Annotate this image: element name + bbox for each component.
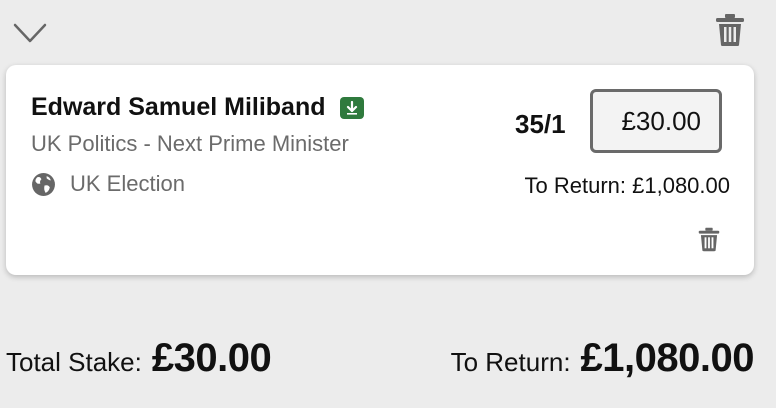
- globe-icon: [32, 172, 55, 196]
- stake-input[interactable]: [590, 89, 722, 153]
- event-name: UK Election: [70, 171, 185, 196]
- selection-name: Edward Samuel Miliband: [31, 93, 326, 121]
- clear-all-button[interactable]: [710, 10, 750, 50]
- market-name: UK Politics - Next Prime Minister: [31, 131, 349, 156]
- selection-header: Edward Samuel Miliband: [31, 93, 364, 122]
- event-row: UK Election: [31, 171, 185, 197]
- total-stake-label: Total Stake:: [6, 347, 142, 377]
- total-to-return-value: £1,080.00: [580, 336, 755, 380]
- collapse-betslip-button[interactable]: [10, 16, 50, 50]
- total-to-return: To Return: £1,080.00: [450, 336, 755, 381]
- odds-value: 35/1: [515, 109, 566, 139]
- bet-selection-card: Edward Samuel Miliband UK Politics - Nex…: [6, 65, 754, 275]
- remove-selection-button[interactable]: [695, 225, 723, 253]
- price-boost-badge: [339, 96, 364, 119]
- total-stake-value: £30.00: [151, 336, 272, 380]
- total-to-return-label: To Return:: [450, 347, 571, 377]
- chevron-down-icon: [13, 23, 47, 43]
- trash-icon: [716, 14, 744, 46]
- price-boost-icon: [346, 100, 357, 115]
- trash-icon: [698, 227, 720, 251]
- selection-to-return: To Return: £1,080.00: [524, 173, 730, 198]
- total-stake: Total Stake: £30.00: [6, 336, 272, 381]
